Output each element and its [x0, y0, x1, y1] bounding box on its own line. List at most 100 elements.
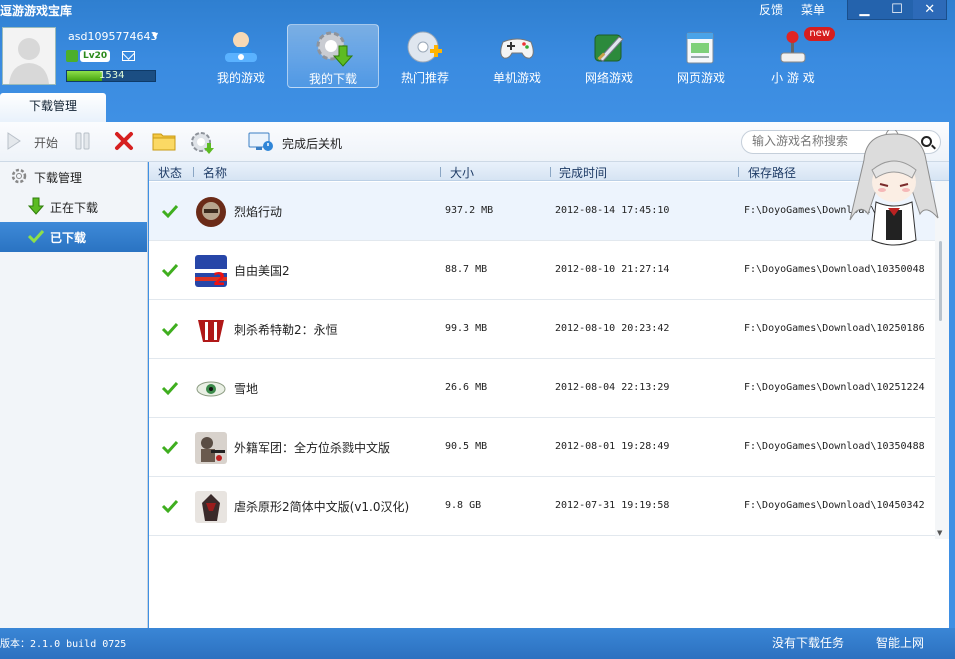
down-arrow-icon: [27, 197, 45, 218]
pause-button[interactable]: [74, 131, 92, 154]
table-row[interactable]: 外籍军团：全方位杀戮中文版 90.5 MB 2012-08-01 19:28:4…: [149, 418, 935, 477]
nav-online[interactable]: 网络游戏: [563, 24, 655, 88]
sidebar-item-label: 正在下载: [50, 200, 99, 215]
complete-time: 2012-07-31 19:19:58: [555, 500, 670, 511]
game-icon: [195, 196, 227, 228]
folder-icon: [152, 131, 176, 154]
nav-my-games[interactable]: 我的游戏: [195, 24, 287, 88]
start-button[interactable]: 开始: [6, 131, 58, 154]
game-icon: [195, 314, 227, 346]
game-size: 9.8 GB: [445, 500, 482, 511]
mascot-character: [846, 127, 942, 254]
minimize-button[interactable]: ▁: [848, 0, 881, 19]
complete-time: 2012-08-10 20:23:42: [555, 323, 670, 334]
gear-download-icon: [190, 131, 216, 158]
save-path: F:\DoyoGames\Download\10450342: [744, 500, 925, 511]
table-row[interactable]: 2 自由美国2 88.7 MB 2012-08-10 21:27:14 F:\D…: [149, 241, 935, 300]
exp-value: 1534: [99, 70, 125, 81]
game-name: 雪地: [234, 382, 259, 396]
game-size: 937.2 MB: [445, 205, 494, 216]
table-row[interactable]: 刺杀希特勒2：永恒 99.3 MB 2012-08-10 20:23:42 F:…: [149, 300, 935, 359]
avatar[interactable]: [2, 27, 56, 85]
nav-web-games[interactable]: 网页游戏: [655, 24, 747, 88]
shutdown-label: 完成后关机: [282, 137, 343, 151]
nav-single-player[interactable]: 单机游戏: [471, 24, 563, 88]
check-icon: [161, 203, 179, 222]
version-text: 版本：2.1.0 build 0725: [0, 639, 127, 650]
sidebar-item-downloading[interactable]: 正在下载: [0, 192, 147, 222]
nav-label: 我的下载: [308, 72, 357, 86]
start-label: 开始: [34, 136, 59, 150]
game-name: 虐杀原形2简体中文版(v1.0汉化): [234, 500, 410, 514]
username[interactable]: asd1095774643: [68, 30, 157, 43]
game-icon: 2: [195, 255, 227, 287]
download-gear-icon: [313, 28, 354, 68]
game-name: 刺杀希特勒2：永恒: [234, 323, 338, 337]
delete-button[interactable]: [114, 131, 134, 154]
col-time[interactable]: 完成时间: [559, 164, 607, 181]
game-size: 99.3 MB: [445, 323, 488, 334]
check-icon: [161, 498, 179, 517]
nav-label: 小 游 戏: [771, 71, 815, 85]
nav-label: 热门推荐: [400, 71, 449, 85]
game-icon: [195, 491, 227, 523]
table-row[interactable]: 烈焰行动 937.2 MB 2012-08-14 17:45:10 F:\Doy…: [149, 182, 935, 241]
col-name[interactable]: 名称: [203, 164, 227, 181]
delete-x-icon: [114, 131, 134, 154]
download-list: 状态 名称 大小 完成时间 保存路径 烈焰行动 937.2 MB 2012-08…: [149, 162, 949, 628]
maximize-button[interactable]: ☐: [881, 0, 914, 19]
game-icon: [195, 373, 227, 405]
game-icon: [195, 432, 227, 464]
feedback-link[interactable]: 反馈: [759, 1, 783, 18]
shutdown-after-complete-button[interactable]: 完成后关机: [248, 131, 342, 156]
game-name: 外籍军团：全方位杀戮中文版: [234, 441, 391, 455]
save-path: F:\DoyoGames\Download\10350488: [744, 441, 925, 452]
save-path: F:\DoyoGames\Download\10350048: [744, 264, 925, 275]
download-settings-button[interactable]: [190, 131, 216, 158]
game-size: 90.5 MB: [445, 441, 488, 452]
sidebar-item-label: 已下载: [50, 230, 87, 245]
level-shield-icon: [66, 50, 78, 62]
main-nav: 我的游戏 我的下载 热门推荐 单机游戏 网络游戏 网页游戏 new 小 游 戏: [195, 24, 839, 88]
smart-net-link[interactable]: 智能上网: [876, 634, 924, 651]
col-size[interactable]: 大小: [450, 164, 474, 181]
table-row[interactable]: 雪地 26.6 MB 2012-08-04 22:13:29 F:\DoyoGa…: [149, 359, 935, 418]
tab-download-manager[interactable]: 下载管理: [0, 93, 106, 123]
table-row[interactable]: 虐杀原形2简体中文版(v1.0汉化) 9.8 GB 2012-07-31 19:…: [149, 477, 935, 536]
open-folder-button[interactable]: [152, 131, 176, 154]
save-path: F:\DoyoGames\Download\10250186: [744, 323, 925, 334]
sword-icon: [589, 27, 629, 67]
col-path[interactable]: 保存路径: [748, 164, 796, 181]
col-status[interactable]: 状态: [158, 164, 182, 181]
scroll-down-icon[interactable]: ▼: [937, 529, 942, 537]
save-path: F:\DoyoGames\Download\10251224: [744, 382, 925, 393]
chevron-down-icon[interactable]: ▼: [152, 31, 158, 40]
gamepad-icon: [497, 27, 537, 67]
window-controls: ▁ ☐ ✕: [847, 0, 947, 20]
gear-icon: [10, 167, 28, 188]
svg-text:2: 2: [213, 269, 226, 287]
sidebar: 下载管理 正在下载 已下载: [0, 162, 148, 628]
monitor-power-icon: [248, 131, 274, 156]
check-icon: [27, 229, 45, 246]
sidebar-item-downloaded[interactable]: 已下载: [0, 222, 147, 252]
complete-time: 2012-08-01 19:28:49: [555, 441, 670, 452]
joystick-icon: new: [773, 27, 835, 67]
mail-icon[interactable]: [122, 51, 135, 61]
nav-label: 单机游戏: [492, 71, 541, 85]
no-tasks-text: 没有下载任务: [772, 636, 845, 650]
nav-hot[interactable]: 热门推荐: [379, 24, 471, 88]
close-button[interactable]: ✕: [913, 0, 947, 19]
game-size: 26.6 MB: [445, 382, 488, 393]
sidebar-header-label: 下载管理: [34, 170, 83, 185]
game-size: 88.7 MB: [445, 264, 488, 275]
complete-time: 2012-08-10 21:27:14: [555, 264, 670, 275]
sidebar-header[interactable]: 下载管理: [0, 162, 147, 192]
nav-label: 网页游戏: [676, 71, 725, 85]
exp-bar: 1534: [66, 70, 156, 82]
nav-my-downloads[interactable]: 我的下载: [287, 24, 379, 88]
nav-label: 网络游戏: [584, 71, 633, 85]
menu-link[interactable]: 菜单: [801, 1, 825, 18]
toolbar: 开始 完成后关机: [0, 122, 949, 162]
nav-mini-games[interactable]: new 小 游 戏: [747, 24, 839, 88]
